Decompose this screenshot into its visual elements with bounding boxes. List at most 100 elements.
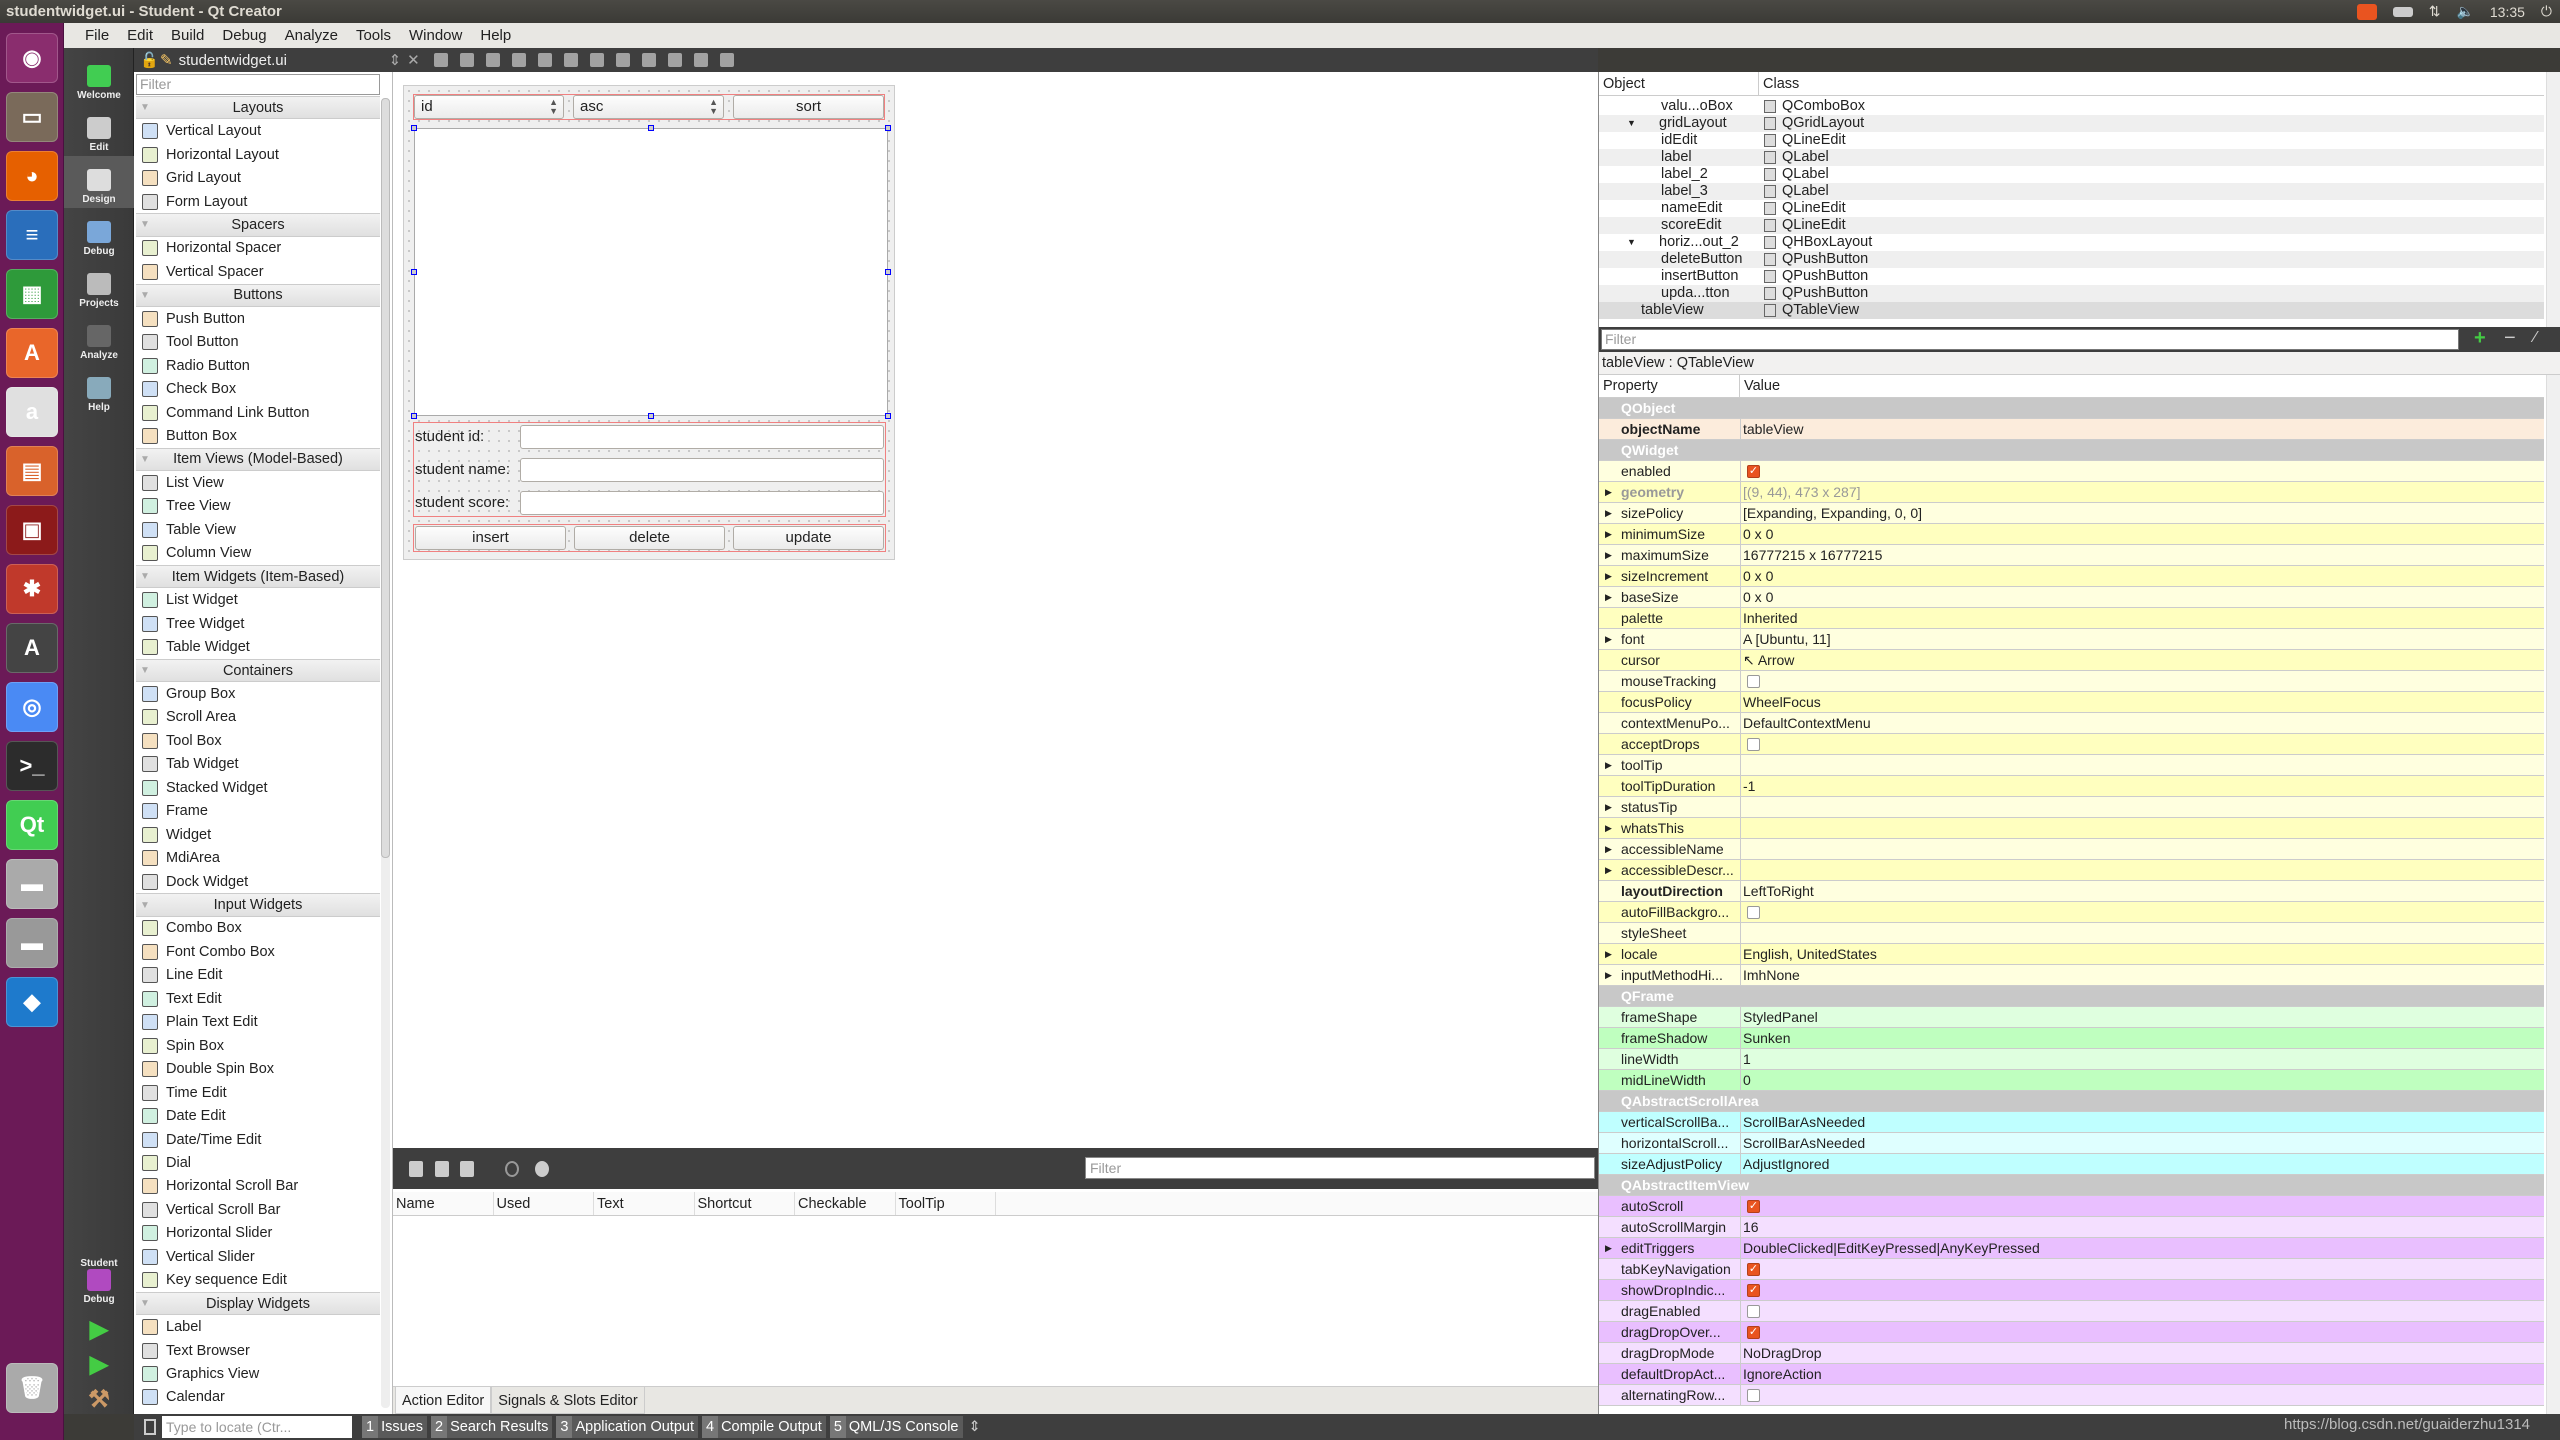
mode-analyze[interactable]: Analyze	[64, 312, 134, 364]
resize-handle[interactable]	[411, 413, 417, 419]
property-value[interactable]: ScrollBarAsNeeded	[1740, 1112, 1865, 1132]
build-hammer-icon[interactable]: ⚒	[64, 1383, 134, 1417]
mode-debug[interactable]: Debug	[64, 208, 134, 260]
id-edit[interactable]	[520, 425, 884, 449]
files-icon[interactable]: ▭	[6, 92, 58, 142]
impress-icon[interactable]: ▤	[6, 446, 58, 496]
mode-edit[interactable]: Edit	[64, 104, 134, 156]
score-edit[interactable]	[520, 491, 884, 515]
property-row-cursor[interactable]: cursor ↖ Arrow	[1599, 650, 2544, 671]
widget-item-date-edit[interactable]: Date Edit	[136, 1104, 380, 1127]
property-value[interactable]: StyledPanel	[1740, 1007, 1818, 1027]
property-row-sizeadjustpolicy[interactable]: sizeAdjustPolicy AdjustIgnored	[1599, 1154, 2544, 1175]
output-tab-application-output[interactable]: 3 Application Output	[556, 1416, 698, 1438]
expand-arrow-icon[interactable]: ▶	[1605, 818, 1612, 838]
red-app-icon[interactable]: ▣	[6, 505, 58, 555]
property-value[interactable]	[1740, 755, 1743, 775]
property-row-sizepolicy[interactable]: ▶ sizePolicy [Expanding, Expanding, 0, 0]	[1599, 503, 2544, 524]
property-row-layoutdirection[interactable]: layoutDirection LeftToRight	[1599, 881, 2544, 902]
property-value[interactable]: 1	[1740, 1049, 1751, 1069]
object-tree-row[interactable]: deleteButton QPushButton	[1599, 251, 2544, 268]
property-value[interactable]	[1740, 797, 1743, 817]
widget-category-display-widgets[interactable]: ▼ Display Widgets	[136, 1291, 380, 1316]
locator-input[interactable]: Type to locate (Ctr...	[162, 1416, 352, 1438]
widget-category-item-views-model-based-[interactable]: ▼ Item Views (Model-Based)	[136, 447, 380, 472]
object-tree-row[interactable]: label_3 QLabel	[1599, 183, 2544, 200]
column-class[interactable]: Class	[1759, 72, 1799, 95]
property-value[interactable]: Sunken	[1740, 1028, 1790, 1048]
widget-item-vertical-spacer[interactable]: Vertical Spacer	[136, 260, 380, 283]
widget-item-dock-widget[interactable]: Dock Widget	[136, 870, 380, 893]
widget-item-scroll-area[interactable]: Scroll Area	[136, 706, 380, 729]
software-center-icon[interactable]: A	[6, 328, 58, 378]
volume-icon[interactable]: 🔈	[2456, 3, 2473, 20]
menu-debug[interactable]: Debug	[213, 23, 275, 48]
property-value[interactable]	[1740, 923, 1743, 943]
property-value[interactable]: LeftToRight	[1740, 881, 1814, 901]
property-value[interactable]	[1740, 671, 1760, 691]
widget-item-table-widget[interactable]: Table Widget	[136, 635, 380, 658]
property-row-dragdropover[interactable]: dragDropOver... ✓	[1599, 1322, 2544, 1343]
widget-item-tree-widget[interactable]: Tree Widget	[136, 612, 380, 635]
widget-item-radio-button[interactable]: Radio Button	[136, 354, 380, 377]
paste-icon[interactable]	[460, 1161, 474, 1177]
close-document-icon[interactable]: ✕	[407, 51, 420, 69]
property-row-sizeincrement[interactable]: ▶ sizeIncrement 0 x 0	[1599, 566, 2544, 587]
keyboard-icon[interactable]	[2392, 6, 2413, 17]
expand-arrow-icon[interactable]: ▼	[1627, 234, 1636, 251]
layout-vertical-icon[interactable]	[563, 53, 578, 67]
menu-window[interactable]: Window	[400, 23, 471, 48]
property-row-tooltipduration[interactable]: toolTipDuration -1	[1599, 776, 2544, 797]
property-value[interactable]: English, UnitedStates	[1740, 944, 1877, 964]
property-value[interactable]: ✓	[1740, 1322, 1760, 1342]
property-value[interactable]	[1740, 818, 1743, 838]
break-layout-icon[interactable]	[693, 53, 708, 67]
widget-item-list-view[interactable]: List View	[136, 471, 380, 494]
power-icon[interactable]: ⏻	[2541, 3, 2552, 20]
property-value[interactable]: DoubleClicked|EditKeyPressed|AnyKeyPress…	[1740, 1238, 2040, 1258]
property-row-midlinewidth[interactable]: midLineWidth 0	[1599, 1070, 2544, 1091]
property-value[interactable]: [Expanding, Expanding, 0, 0]	[1740, 503, 1922, 523]
checkbox[interactable]	[1747, 675, 1760, 688]
network-icon[interactable]: ⇅	[2429, 3, 2441, 20]
object-tree-row[interactable]: idEdit QLineEdit	[1599, 132, 2544, 149]
sort-order-combo[interactable]: asc ▲ ▼	[573, 95, 724, 119]
adjust-size-icon[interactable]	[719, 53, 734, 67]
widget-item-vertical-slider[interactable]: Vertical Slider	[136, 1245, 380, 1268]
property-filter-input[interactable]: Filter	[1601, 329, 2459, 350]
property-value[interactable]: -1	[1740, 776, 1755, 796]
property-row-whatsthis[interactable]: ▶ whatsThis	[1599, 818, 2544, 839]
mode-help[interactable]: Help	[64, 364, 134, 416]
property-value[interactable]: A [Ubuntu, 11]	[1740, 629, 1831, 649]
property-row-accessibledescr[interactable]: ▶ accessibleDescr...	[1599, 860, 2544, 881]
widget-item-tool-button[interactable]: Tool Button	[136, 331, 380, 354]
checkbox[interactable]: ✓	[1747, 1263, 1760, 1276]
property-row-edittriggers[interactable]: ▶ editTriggers DoubleClicked|EditKeyPresse…	[1599, 1238, 2544, 1259]
disk-icon[interactable]: ▬	[6, 859, 58, 909]
qt-creator-icon[interactable]: Qt	[6, 800, 58, 850]
remove-dynamic-property-icon[interactable]: −	[2504, 327, 2516, 350]
edit-widgets-icon[interactable]	[433, 53, 448, 67]
widget-item-combo-box[interactable]: Combo Box	[136, 917, 380, 940]
expand-arrow-icon[interactable]: ▼	[1627, 115, 1636, 132]
widget-item-vertical-scroll-bar[interactable]: Vertical Scroll Bar	[136, 1198, 380, 1221]
delete-icon[interactable]	[505, 1161, 519, 1177]
property-row-locale[interactable]: ▶ locale English, UnitedStates	[1599, 944, 2544, 965]
new-action-icon[interactable]	[409, 1161, 423, 1177]
property-value[interactable]	[1740, 1385, 1760, 1405]
debug-run-icon[interactable]: ▶	[64, 1348, 134, 1382]
property-group-qabstractscrollarea[interactable]: QAbstractScrollArea	[1599, 1091, 2544, 1112]
collapse-arrow-icon[interactable]: ▼	[140, 454, 150, 465]
output-tab-issues[interactable]: 1 Issues	[362, 1416, 427, 1438]
widget-category-input-widgets[interactable]: ▼ Input Widgets	[136, 893, 380, 917]
widget-item-column-view[interactable]: Column View	[136, 542, 380, 565]
resize-handle[interactable]	[885, 125, 891, 131]
more-panes-arrows-icon[interactable]: ⇕	[969, 1419, 981, 1435]
expand-arrow-icon[interactable]: ▶	[1605, 860, 1612, 880]
collapse-arrow-icon[interactable]: ▼	[140, 102, 150, 113]
trash-icon[interactable]: 🗑	[6, 1363, 58, 1413]
property-value[interactable]: 16777215 x 16777215	[1740, 545, 1882, 565]
property-row-showdropindic[interactable]: showDropIndic... ✓	[1599, 1280, 2544, 1301]
mode-design[interactable]: Design	[64, 156, 134, 208]
form-editor-canvas[interactable]: id ▲ ▼ asc ▲ ▼ sort student id: student name…	[393, 72, 1598, 1148]
